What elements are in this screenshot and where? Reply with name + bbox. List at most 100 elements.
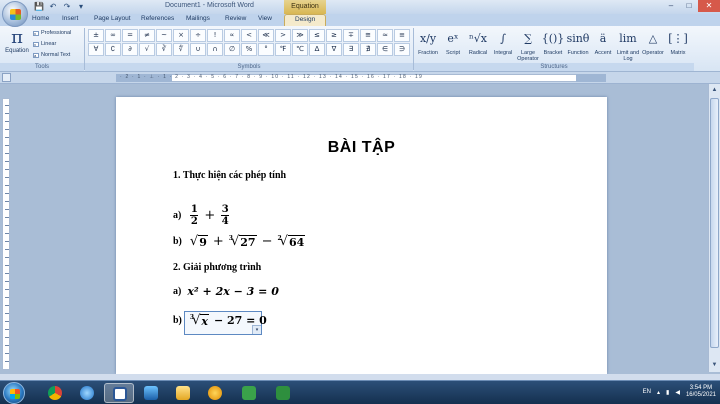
- symbol-button[interactable]: ≤: [309, 29, 325, 42]
- symbol-button[interactable]: ∅: [224, 43, 240, 56]
- language-indicator[interactable]: EN: [643, 389, 651, 395]
- structure-script-button[interactable]: eˣ Script: [441, 28, 465, 56]
- symbol-button[interactable]: ∈: [377, 43, 393, 56]
- symbol-button[interactable]: ∋: [394, 43, 410, 56]
- taskbar-camtasia-2[interactable]: [268, 383, 298, 403]
- equation-button[interactable]: π Equation: [4, 27, 30, 55]
- tab-review[interactable]: Review: [225, 15, 246, 22]
- symbol-button[interactable]: √: [139, 43, 155, 56]
- symbol-button[interactable]: ∇: [326, 43, 342, 56]
- symbol-button[interactable]: >: [275, 29, 291, 42]
- office-button[interactable]: [2, 1, 28, 27]
- structure-radical-button[interactable]: ⁿ√x Radical: [466, 28, 490, 56]
- symbol-button[interactable]: ∝: [224, 29, 240, 42]
- symbol-button[interactable]: ∄: [360, 43, 376, 56]
- symbol-button[interactable]: ≥: [326, 29, 342, 42]
- symbol-button[interactable]: ∂: [122, 43, 138, 56]
- symbol-button[interactable]: %: [241, 43, 257, 56]
- symbol-button[interactable]: ~: [156, 29, 172, 42]
- symbol-button[interactable]: ≅: [360, 29, 376, 42]
- item-b-label: b): [173, 236, 182, 247]
- structure-accent-button[interactable]: ä Accent: [591, 28, 615, 56]
- symbol-button[interactable]: ≪: [258, 29, 274, 42]
- normal-text-option[interactable]: a Normal Text: [33, 52, 70, 58]
- taskbar-internet-explorer[interactable]: [72, 383, 102, 403]
- symbol-button[interactable]: ∩: [207, 43, 223, 56]
- radicand: x: [200, 314, 209, 328]
- ruler-tick: [5, 305, 9, 306]
- symbol-button[interactable]: ≡: [394, 29, 410, 42]
- structure-function-button[interactable]: sinθ Function: [566, 28, 590, 56]
- vertical-scrollbar[interactable]: ▲ ▼: [708, 84, 720, 372]
- tab-design[interactable]: Design: [284, 14, 327, 26]
- save-icon[interactable]: 💾: [34, 2, 44, 11]
- ruler-tick: [5, 265, 9, 266]
- scroll-down-icon[interactable]: ▼: [710, 361, 719, 370]
- symbol-button[interactable]: =: [122, 29, 138, 42]
- symbol-button[interactable]: ∁: [105, 43, 121, 56]
- equation-b[interactable]: b) 3 √ x − 27 = 0: [173, 313, 267, 328]
- taskbar-camtasia-1[interactable]: [234, 383, 264, 403]
- scroll-thumb[interactable]: [710, 98, 719, 348]
- symbol-button[interactable]: °: [258, 43, 274, 56]
- scroll-up-icon[interactable]: ▲: [710, 86, 719, 95]
- symbol-button[interactable]: ×: [173, 29, 189, 42]
- symbol-button[interactable]: ∃: [343, 43, 359, 56]
- network-icon[interactable]: ▮: [666, 389, 669, 396]
- window-controls: – □ ✕: [662, 0, 720, 12]
- symbol-button[interactable]: ±: [88, 29, 104, 42]
- symbol-button[interactable]: ∀: [88, 43, 104, 56]
- start-button[interactable]: [3, 382, 25, 404]
- symbol-button[interactable]: ∞: [105, 29, 121, 42]
- taskbar-chrome[interactable]: [40, 383, 70, 403]
- tab-insert[interactable]: Insert: [62, 15, 78, 22]
- redo-icon[interactable]: ↷: [62, 2, 72, 11]
- symbol-button[interactable]: <: [241, 29, 257, 42]
- taskbar-explorer[interactable]: [168, 383, 198, 403]
- tab-page-layout[interactable]: Page Layout: [94, 15, 131, 22]
- taskbar-audio[interactable]: [200, 383, 230, 403]
- structure-large-operator-button[interactable]: ∑ Large Operator: [516, 28, 540, 62]
- tab-references[interactable]: References: [141, 15, 174, 22]
- structure-operator-button[interactable]: △ Operator: [641, 28, 665, 56]
- structure-bracket-button[interactable]: {()} Bracket: [541, 28, 565, 56]
- symbol-button[interactable]: ∓: [343, 29, 359, 42]
- document-page[interactable]: BÀI TẬP 1. Thực hiện các phép tính a) 1 …: [116, 97, 607, 374]
- close-button[interactable]: ✕: [698, 0, 720, 12]
- expression-b[interactable]: b) √ 9 + 3 √ 27 − 2 √ 64: [173, 234, 307, 249]
- symbol-button[interactable]: ≈: [377, 29, 393, 42]
- symbol-button[interactable]: ∆: [309, 43, 325, 56]
- tab-selector-icon[interactable]: [2, 73, 11, 82]
- professional-option[interactable]: x Professional: [33, 30, 71, 36]
- volume-icon[interactable]: ◀: [675, 389, 680, 396]
- symbol-button[interactable]: ≠: [139, 29, 155, 42]
- symbol-button[interactable]: ≫: [292, 29, 308, 42]
- maximize-button[interactable]: □: [680, 0, 698, 12]
- symbol-button[interactable]: ℃: [292, 43, 308, 56]
- tab-view[interactable]: View: [258, 15, 272, 22]
- tray-arrow-icon[interactable]: ▴: [657, 389, 660, 396]
- pi-icon: π: [11, 27, 23, 48]
- equation-a[interactable]: a) x² + 2x − 3 = 0: [173, 285, 279, 298]
- tab-mailings[interactable]: Mailings: [186, 15, 210, 22]
- clock[interactable]: 3:54 PM 16/05/2021: [686, 385, 716, 399]
- undo-icon[interactable]: ↶: [48, 2, 58, 11]
- linear-option[interactable]: x Linear: [33, 41, 56, 47]
- expression-a[interactable]: a) 1 2 + 3 4: [173, 204, 232, 227]
- taskbar-media[interactable]: [136, 383, 166, 403]
- customize-qat-icon[interactable]: ▾: [76, 2, 86, 11]
- structure-matrix-button[interactable]: [⋮] Matrix: [666, 28, 690, 56]
- symbol-button[interactable]: ∜: [173, 43, 189, 56]
- symbol-button[interactable]: ∪: [190, 43, 206, 56]
- structure-limit-and-log-button[interactable]: lim Limit and Log: [616, 28, 640, 62]
- plus-operator: +: [212, 234, 224, 249]
- symbol-button[interactable]: !: [207, 29, 223, 42]
- minimize-button[interactable]: –: [662, 0, 680, 12]
- symbol-button[interactable]: ℉: [275, 43, 291, 56]
- structure-fraction-button[interactable]: x/y Fraction: [416, 28, 440, 56]
- tab-home[interactable]: Home: [32, 15, 49, 22]
- symbol-button[interactable]: ÷: [190, 29, 206, 42]
- symbol-button[interactable]: ∛: [156, 43, 172, 56]
- taskbar-word[interactable]: [104, 383, 134, 403]
- structure-integral-button[interactable]: ∫ Integral: [491, 28, 515, 56]
